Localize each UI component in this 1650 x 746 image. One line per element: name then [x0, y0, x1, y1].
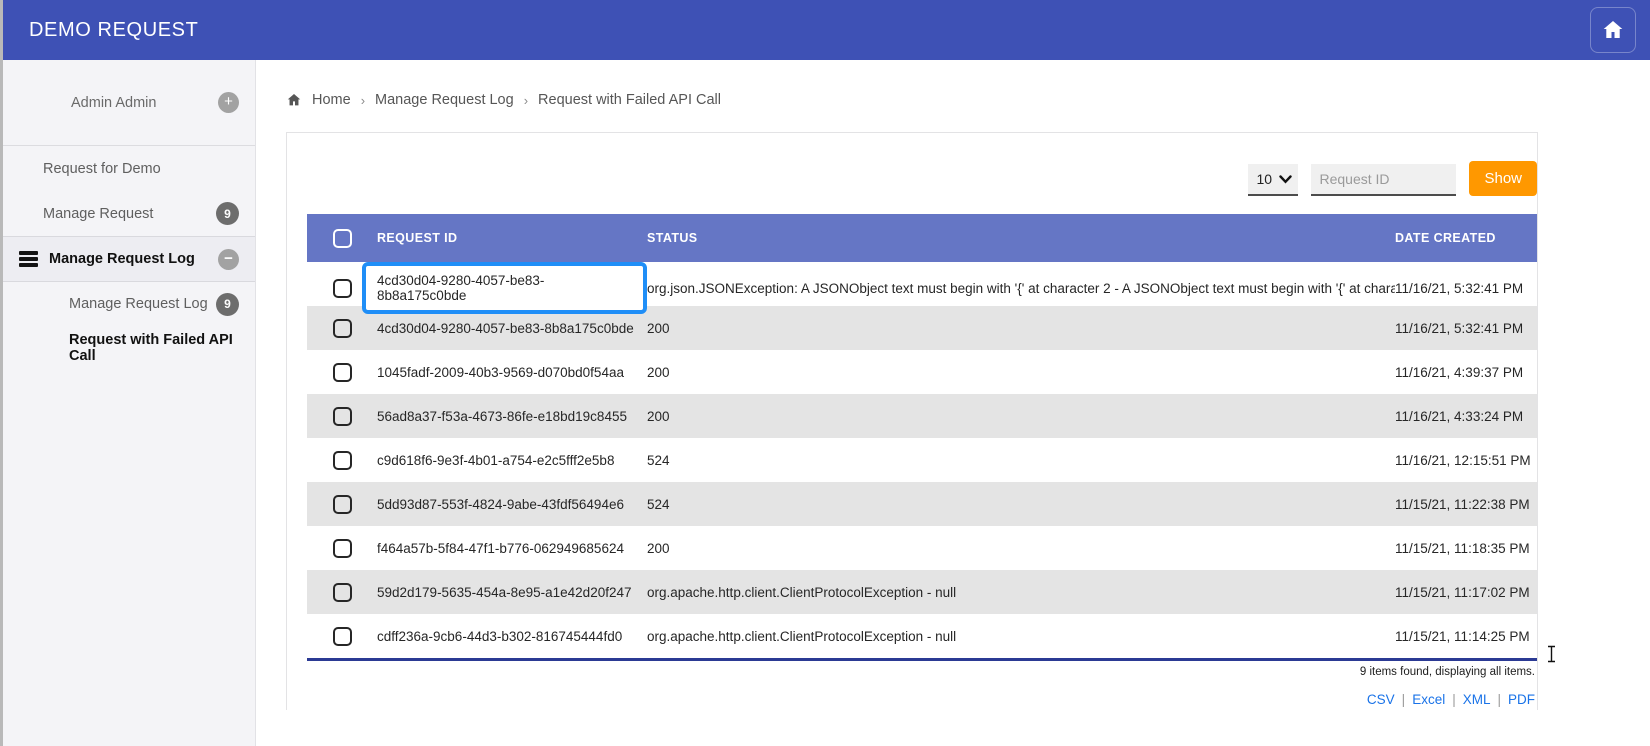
topbar: DEMO REQUEST	[3, 0, 1650, 60]
row-checkbox[interactable]	[333, 627, 352, 646]
table-row: 56ad8a37-f53a-4673-86fe-e18bd19c8455 200…	[307, 394, 1537, 438]
breadcrumb-separator: ›	[524, 93, 528, 108]
row-checkbox[interactable]	[333, 407, 352, 426]
page-size-select[interactable]: 10	[1248, 164, 1298, 196]
column-header-status: STATUS	[647, 231, 1395, 245]
request-id-value: c9d618f6-9e3f-4b01-a754-e2c5fff2e5b8	[377, 453, 614, 468]
main-content: Home › Manage Request Log › Request with…	[256, 60, 1650, 746]
table-body: 4cd30d04-9280-4057-be83-8b8a175c0bde org…	[307, 262, 1537, 658]
home-icon	[1601, 18, 1625, 42]
page-size-value: 10	[1256, 171, 1272, 187]
export-link-separator: |	[1402, 692, 1406, 707]
sidebar-subitem-manage-request-log[interactable]: Manage Request Log 9	[3, 282, 255, 326]
date-created-value: 11/16/21, 5:32:41 PM	[1395, 281, 1539, 296]
row-checkbox[interactable]	[333, 279, 352, 298]
status-value: org.apache.http.client.ClientProtocolExc…	[647, 585, 1395, 600]
table-row: f464a57b-5f84-47f1-b776-062949685624 200…	[307, 526, 1537, 570]
export-link-separator: |	[1497, 692, 1501, 707]
sidebar-item-label: Manage Request Log	[49, 251, 195, 267]
status-value: org.apache.http.client.ClientProtocolExc…	[647, 629, 1395, 644]
status-value: 200	[647, 365, 1395, 380]
status-value: 200	[647, 321, 1395, 336]
row-checkbox[interactable]	[333, 495, 352, 514]
request-id-value: 5dd93d87-553f-4824-9abe-43fdf56494e6	[377, 497, 624, 512]
request-id-value: cdff236a-9cb6-44d3-b302-816745444fd0	[377, 629, 622, 644]
export-link-xml[interactable]: XML	[1463, 692, 1491, 707]
breadcrumb-home[interactable]: Home	[312, 92, 351, 108]
sidebar-subitem-request-with-failed-api-call[interactable]: Request with Failed API Call	[3, 326, 255, 370]
table-row: 59d2d179-5635-454a-8e95-a1e42d20f247 org…	[307, 570, 1537, 614]
date-created-value: 11/16/21, 4:39:37 PM	[1395, 365, 1539, 380]
status-value: org.json.JSONException: A JSONObject tex…	[647, 281, 1395, 296]
table-row: 5dd93d87-553f-4824-9abe-43fdf56494e6 524…	[307, 482, 1537, 526]
table-row: c9d618f6-9e3f-4b01-a754-e2c5fff2e5b8 524…	[307, 438, 1537, 482]
request-id-value: 59d2d179-5635-454a-8e95-a1e42d20f247	[377, 585, 631, 600]
status-value: 524	[647, 453, 1395, 468]
breadcrumb: Home › Manage Request Log › Request with…	[256, 60, 1650, 108]
breadcrumb-separator: ›	[361, 93, 365, 108]
export-link-excel[interactable]: Excel	[1412, 692, 1445, 707]
count-badge: 9	[216, 293, 239, 316]
request-id-value: f464a57b-5f84-47f1-b776-062949685624	[377, 541, 624, 556]
home-icon	[286, 92, 302, 108]
text-cursor	[1546, 645, 1557, 663]
row-checkbox[interactable]	[333, 451, 352, 470]
table-row: 1045fadf-2009-40b3-9569-d070bd0f54aa 200…	[307, 350, 1537, 394]
status-value: 200	[647, 409, 1395, 424]
table-row: 4cd30d04-9280-4057-be83-8b8a175c0bde org…	[307, 262, 1537, 306]
app-title: DEMO REQUEST	[29, 19, 198, 42]
sidebar-item-label: Request for Demo	[43, 161, 161, 177]
sidebar-item-manage-request[interactable]: Manage Request 9	[3, 191, 255, 236]
export-link-csv[interactable]: CSV	[1367, 692, 1395, 707]
request-id-value: 4cd30d04-9280-4057-be83-8b8a175c0bde	[377, 321, 634, 336]
sidebar: Admin Admin + Request for Demo Manage Re…	[3, 60, 256, 746]
request-id-value: 1045fadf-2009-40b3-9569-d070bd0f54aa	[377, 365, 624, 380]
window-edge-strip	[0, 0, 3, 746]
status-value: 524	[647, 497, 1395, 512]
export-link-pdf[interactable]: PDF	[1508, 692, 1535, 707]
date-created-value: 11/16/21, 4:33:24 PM	[1395, 409, 1539, 424]
breadcrumb-manage-request-log[interactable]: Manage Request Log	[375, 92, 514, 108]
column-header-date-created: DATE CREATED	[1395, 231, 1539, 245]
export-link-separator: |	[1452, 692, 1456, 707]
date-created-value: 11/15/21, 11:22:38 PM	[1395, 497, 1539, 512]
request-id-value-highlighted[interactable]: 4cd30d04-9280-4057-be83-8b8a175c0bde	[362, 262, 647, 314]
expand-plus-icon[interactable]: +	[218, 92, 239, 113]
sidebar-item-label: Manage Request	[43, 206, 153, 222]
chevron-down-icon	[1279, 175, 1292, 184]
date-created-value: 11/15/21, 11:14:25 PM	[1395, 629, 1539, 644]
table-header: REQUEST ID STATUS DATE CREATED	[307, 214, 1537, 262]
date-created-value: 11/15/21, 11:18:35 PM	[1395, 541, 1539, 556]
home-button[interactable]	[1590, 7, 1636, 53]
export-links: CSV | Excel | XML | PDF	[307, 678, 1537, 707]
table-row: cdff236a-9cb6-44d3-b302-816745444fd0 org…	[307, 614, 1537, 658]
admin-user-label: Admin Admin	[71, 95, 156, 111]
request-id-value: 56ad8a37-f53a-4673-86fe-e18bd19c8455	[377, 409, 627, 424]
row-checkbox[interactable]	[333, 363, 352, 382]
select-all-checkbox[interactable]	[333, 229, 352, 248]
sidebar-item-admin-user[interactable]: Admin Admin +	[3, 60, 255, 146]
count-badge: 9	[216, 202, 239, 225]
table-controls: 10 Show	[307, 161, 1537, 196]
list-icon	[19, 251, 38, 266]
sidebar-item-label: Manage Request Log	[69, 296, 208, 312]
request-log-card: 10 Show REQUEST ID STATUS DATE CREATED 4…	[286, 132, 1538, 710]
show-button[interactable]: Show	[1469, 161, 1537, 196]
sidebar-item-manage-request-log[interactable]: Manage Request Log −	[3, 236, 255, 282]
date-created-value: 11/16/21, 5:32:41 PM	[1395, 321, 1539, 336]
collapse-minus-icon[interactable]: −	[218, 249, 239, 270]
column-header-request-id: REQUEST ID	[377, 231, 647, 245]
row-checkbox[interactable]	[333, 583, 352, 602]
row-checkbox[interactable]	[333, 539, 352, 558]
sidebar-item-request-for-demo[interactable]: Request for Demo	[3, 146, 255, 191]
status-value: 200	[647, 541, 1395, 556]
row-checkbox[interactable]	[333, 319, 352, 338]
items-summary: 9 items found, displaying all items.	[307, 661, 1537, 678]
date-created-value: 11/16/21, 12:15:51 PM	[1395, 453, 1539, 468]
breadcrumb-current-page: Request with Failed API Call	[538, 92, 721, 108]
request-id-search-input[interactable]	[1311, 164, 1456, 196]
date-created-value: 11/15/21, 11:17:02 PM	[1395, 585, 1539, 600]
sidebar-item-label: Request with Failed API Call	[69, 332, 239, 364]
